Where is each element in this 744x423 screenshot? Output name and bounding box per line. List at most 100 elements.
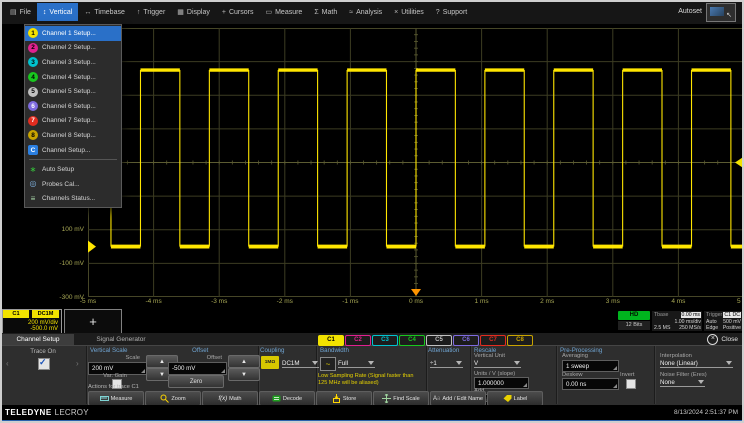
channel-button-c7[interactable]: C7 <box>480 335 506 346</box>
channel-8-badge: 8 <box>28 130 38 140</box>
channel-button-c2[interactable]: C2 <box>345 335 371 346</box>
c1-descriptor[interactable]: C1 DC1M 200 mV/div -500.0 mV <box>2 309 62 334</box>
menu-item-cursors[interactable]: +Cursors <box>216 3 260 21</box>
offset-field[interactable]: -500 mV <box>168 362 227 375</box>
findscale-button[interactable]: Find Scale <box>373 391 429 406</box>
menu-item-trigger[interactable]: ↑Trigger <box>131 3 171 21</box>
divider <box>556 346 557 404</box>
coupling-select[interactable]: DC1M <box>282 360 319 368</box>
channel-button-c8[interactable]: C8 <box>507 335 533 346</box>
channel-c-badge: C <box>28 145 38 155</box>
bandwidth-select[interactable]: Full <box>338 360 375 368</box>
zoom-icon <box>160 394 169 403</box>
trigger-source: C1 DC <box>723 312 741 318</box>
invert-checkbox[interactable] <box>626 379 636 389</box>
t-axis-label: -1 ms <box>342 298 358 305</box>
auto-setup-icon: ∗ <box>28 165 38 175</box>
probes-cal-icon: ◎ <box>28 179 38 189</box>
channel-button-c1[interactable]: C1 <box>318 335 344 346</box>
t-axis-label: -5 ms <box>80 298 96 305</box>
channel-6-badge: 6 <box>28 101 38 111</box>
menu-item-analysis[interactable]: ≈Analysis <box>343 3 388 21</box>
tab-channel-setup[interactable]: Channel Setup <box>2 334 74 345</box>
store-button[interactable]: Store <box>316 391 372 406</box>
math-button[interactable]: f(x)Math <box>202 391 258 406</box>
t-axis-label: -4 ms <box>145 298 161 305</box>
math-button-label: Math <box>229 396 241 402</box>
menu-item-display[interactable]: ▦Display <box>171 3 216 21</box>
quick-access-icon[interactable]: ↖ <box>706 3 736 22</box>
channel-button-c6[interactable]: C6 <box>453 335 479 346</box>
file-icon: ▤ <box>10 8 17 16</box>
channel-button-c5[interactable]: C5 <box>426 335 452 346</box>
close-label: Close <box>721 336 738 343</box>
deskew-field[interactable]: 0.00 ns <box>562 378 619 390</box>
menu-item-channel-c-setup[interactable]: CChannel Setup... <box>25 143 121 158</box>
measure-button[interactable]: Measure <box>88 391 144 406</box>
attenuation-select[interactable]: ÷1 <box>430 360 463 368</box>
addname-button[interactable]: AaAdd / Edit Name <box>430 391 486 406</box>
tbase-label: Tbase <box>654 312 668 318</box>
menu-item-channel-2-setup[interactable]: 2Channel 2 Setup... <box>25 41 121 56</box>
support-icon: ? <box>436 9 440 16</box>
channel-button-c3[interactable]: C3 <box>372 335 398 346</box>
menu-item-measure[interactable]: ▭Measure <box>259 3 308 21</box>
trace-on-label: Trace On <box>0 348 86 355</box>
prev-channel-arrow[interactable]: ‹ <box>6 359 9 368</box>
menu-item-math[interactable]: ΣMath <box>308 3 343 21</box>
oscilloscope-screen: ▤File↕Vertical↔Timebase↑Trigger▦Display+… <box>0 0 744 423</box>
trigger-summary[interactable]: Trigger C1 DC Auto 500 mV Edge Positive <box>704 311 742 331</box>
measure-icon <box>100 394 109 403</box>
menu-item-channel-4-setup[interactable]: 4Channel 4 Setup... <box>25 70 121 85</box>
label-button[interactable]: Label <box>487 391 543 406</box>
next-channel-arrow[interactable]: › <box>76 359 79 368</box>
menu-item-vertical[interactable]: ↕Vertical <box>37 3 78 21</box>
findscale-button-label: Find Scale <box>393 396 419 402</box>
channel-button-c4[interactable]: C4 <box>399 335 425 346</box>
channel-4-badge: 4 <box>28 72 38 82</box>
offset-zero-button[interactable]: Zero <box>168 375 224 388</box>
menu-item-auto-setup[interactable]: ∗Auto Setup <box>25 162 121 177</box>
menu-item-channel-5-setup[interactable]: 5Channel 5 Setup... <box>25 84 121 99</box>
menu-item-probes-cal[interactable]: ◎Probes Cal... <box>25 177 121 192</box>
scale-label: Scale <box>88 355 140 361</box>
dialog-close-button[interactable]: × Close <box>707 334 738 345</box>
trigger-type: Edge <box>706 325 718 331</box>
decode-button[interactable]: Decode <box>259 391 315 406</box>
menu-item-channel-6-setup[interactable]: 6Channel 6 Setup... <box>25 99 121 114</box>
menubar: ▤File↕Vertical↔Timebase↑Trigger▦Display+… <box>0 0 744 24</box>
vertical-unit-label: Vertical Unit <box>474 353 505 359</box>
timebase-icon: ↔ <box>84 9 91 16</box>
menu-item-channel-8-setup[interactable]: 8Channel 8 Setup... <box>25 128 121 143</box>
offset-up-button[interactable]: ▲ <box>228 355 260 368</box>
menu-item-utilities[interactable]: ×Utilities <box>388 3 430 21</box>
zoom-button[interactable]: Zoom <box>145 391 201 406</box>
noise-filter-select[interactable]: None <box>660 379 705 387</box>
menu-item-channel-1-setup[interactable]: 1Channel 1 Setup... <box>25 26 121 41</box>
channel-5-badge: 5 <box>28 87 38 97</box>
store-button-label: Store <box>343 396 356 402</box>
interpolation-select[interactable]: None (Linear) <box>660 360 733 368</box>
vertical-scale-header: Vertical Scale <box>90 347 128 354</box>
autoset-button[interactable]: Autoset <box>678 8 702 15</box>
menu-item-timebase[interactable]: ↔Timebase <box>78 3 130 21</box>
actions-label: Actions for trace C1 <box>88 384 139 390</box>
menu-item-channel-7-setup[interactable]: 7Channel 7 Setup... <box>25 114 121 129</box>
tab-signal-generator[interactable]: Signal Generator <box>78 334 164 345</box>
findscale-icon <box>382 394 391 403</box>
channels-status-icon: ≡ <box>28 194 38 204</box>
offset-down-button[interactable]: ▼ <box>228 368 260 381</box>
hd-mode-badge[interactable]: HD <box>618 311 650 320</box>
vertical-unit-select[interactable]: V <box>474 360 521 368</box>
averaging-field[interactable]: 1 sweep <box>562 360 619 372</box>
c1-channel-chip: C1 <box>3 310 29 318</box>
menu-item-channels-status[interactable]: ≡Channels Status... <box>25 192 121 207</box>
trace-on-checkbox[interactable] <box>38 358 50 370</box>
timebase-summary[interactable]: Tbase 0.00 ms 1.00 ms/div 2.5 MS 250 MS/… <box>652 311 702 331</box>
add-trace-button[interactable]: + <box>64 309 122 334</box>
menu-item-file[interactable]: ▤File <box>4 3 37 21</box>
clock: 8/13/2024 2:51:37 PM <box>674 409 738 416</box>
menu-item-support[interactable]: ?Support <box>430 3 473 21</box>
v-axis-label: -100 mV <box>0 260 84 267</box>
menu-item-channel-3-setup[interactable]: 3Channel 3 Setup... <box>25 55 121 70</box>
